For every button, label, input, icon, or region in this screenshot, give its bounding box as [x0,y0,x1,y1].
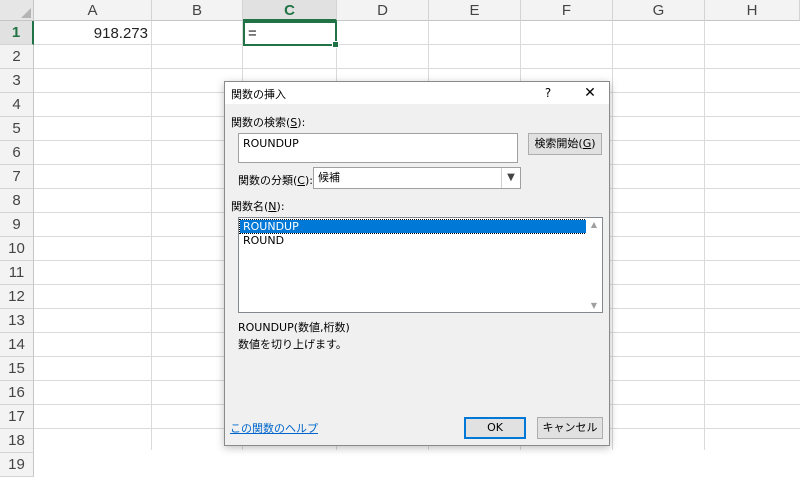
function-list-item-roundup[interactable]: ROUNDUP [239,219,587,234]
select-all-corner[interactable] [0,0,34,21]
insert-function-dialog: 関数の挿入 ? ✕ 関数の検索(S): ROUNDUP 検索開始(G) 関数の分… [224,81,610,446]
column-header-h[interactable]: H [705,0,800,21]
row-header-2[interactable]: 2 [0,45,34,69]
select-all-triangle-icon [21,8,31,18]
row-header-15[interactable]: 15 [0,357,34,381]
row-header-19[interactable]: 19 [0,453,34,477]
dialog-title: 関数の挿入 [231,88,286,101]
close-button[interactable]: ✕ [575,82,605,104]
function-list-label-text: 関数名( [231,200,269,213]
row-header-12[interactable]: 12 [0,285,34,309]
row-header-7[interactable]: 7 [0,165,34,189]
row-header-14[interactable]: 14 [0,333,34,357]
function-help-link[interactable]: この関数のヘルプ [230,420,318,436]
cell-a1[interactable]: 918.273 [35,22,151,45]
function-list-label: 関数名(N): [231,198,285,214]
grid-line [34,68,800,69]
function-search-input[interactable]: ROUNDUP [238,133,518,163]
row-header-6[interactable]: 6 [0,141,34,165]
column-header-c[interactable]: C [243,0,337,21]
row-header-5[interactable]: 5 [0,117,34,141]
category-select-value: 候補 [318,171,340,184]
search-label-suffix: ): [297,116,306,129]
function-list-label-suffix: ): [276,200,285,213]
row-header-4[interactable]: 4 [0,93,34,117]
row-header-3[interactable]: 3 [0,69,34,93]
function-signature: ROUNDUP(数値,桁数) [238,321,350,334]
search-label-text: 関数の検索( [231,116,291,129]
row-header-9[interactable]: 9 [0,213,34,237]
column-header-a[interactable]: A [34,0,152,21]
chevron-down-icon[interactable]: ▼ [501,168,520,188]
category-label-accesskey: C [297,174,305,187]
row-header-17[interactable]: 17 [0,405,34,429]
category-select[interactable]: 候補 ▼ [313,167,521,189]
row-header-11[interactable]: 11 [0,261,34,285]
ok-button[interactable]: OK [464,417,526,439]
column-header-g[interactable]: G [613,0,705,21]
search-button-suffix: ) [591,137,596,150]
search-start-button[interactable]: 検索開始(G) [528,133,602,155]
fill-handle[interactable] [332,41,339,48]
search-button-text: 検索開始( [534,137,583,150]
cell-c1-formula: = [248,25,257,42]
column-header-f[interactable]: F [521,0,613,21]
function-list-item-round[interactable]: ROUND [240,234,586,247]
active-cell-c1[interactable]: = [243,21,339,48]
column-header-e[interactable]: E [429,0,521,21]
row-header-1[interactable]: 1 [0,21,34,45]
category-label-suffix: ): [304,174,313,187]
row-header-18[interactable]: 18 [0,429,34,453]
column-header-b[interactable]: B [152,0,243,21]
scroll-down-icon[interactable]: ▼ [586,301,602,310]
help-button[interactable]: ? [533,82,563,104]
function-list-label-accesskey: N [268,200,277,213]
category-label: 関数の分類(C): [238,172,313,188]
row-header-16[interactable]: 16 [0,381,34,405]
row-header-10[interactable]: 10 [0,237,34,261]
search-button-accesskey: G [582,137,592,150]
column-header-d[interactable]: D [337,0,429,21]
scroll-up-icon[interactable]: ▲ [586,220,602,229]
dialog-titlebar[interactable]: 関数の挿入 ? ✕ [225,82,609,104]
function-listbox[interactable]: ROUNDUP ROUND ▲ ▼ [238,217,603,313]
cancel-button[interactable]: キャンセル [537,417,603,439]
row-header-13[interactable]: 13 [0,309,34,333]
function-description: 数値を切り上げます。 [238,338,347,351]
row-header-8[interactable]: 8 [0,189,34,213]
search-label: 関数の検索(S): [231,114,305,130]
category-label-text: 関数の分類( [238,174,298,187]
listbox-scrollbar[interactable]: ▲ ▼ [586,218,602,312]
